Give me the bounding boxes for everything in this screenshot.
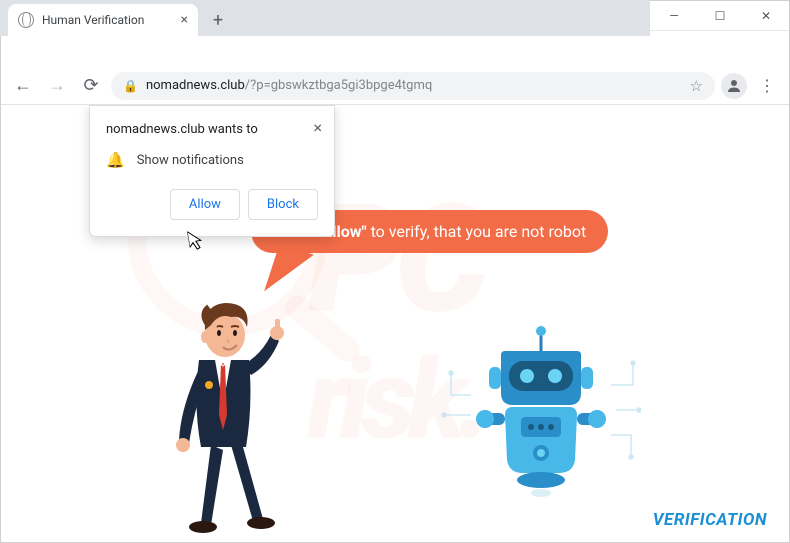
businessman-illustration (151, 275, 311, 535)
tab-strip: Human Verification × + (0, 0, 650, 36)
url-path: /?p=gbswkztbga5gi3bpge4tgmq (245, 78, 433, 93)
maximize-button[interactable]: ☐ (697, 1, 743, 31)
globe-icon (18, 12, 34, 28)
page-content: PCrisk. nomadnews.club wants to × 🔔 Show… (1, 105, 789, 542)
close-window-button[interactable]: ✕ (743, 1, 789, 31)
bookmark-star-icon[interactable]: ☆ (690, 77, 703, 95)
menu-button[interactable]: ⋮ (753, 72, 781, 100)
profile-avatar[interactable] (721, 73, 747, 99)
notification-permission-prompt: nomadnews.club wants to × 🔔 Show notific… (89, 105, 335, 237)
address-bar[interactable]: 🔒 nomadnews.club/?p=gbswkztbga5gi3bpge4t… (111, 72, 715, 100)
browser-window: Human Verification × + — ☐ ✕ ← → ⟳ 🔒 nom… (0, 0, 790, 543)
allow-button[interactable]: Allow (170, 189, 240, 220)
url-domain: nomadnews.club (146, 78, 245, 93)
tab-title: Human Verification (42, 13, 144, 27)
new-tab-button[interactable]: + (204, 6, 232, 34)
verification-label: VERIFICATION (653, 510, 767, 530)
browser-tab[interactable]: Human Verification × (8, 4, 198, 36)
block-button[interactable]: Block (248, 189, 318, 220)
bell-icon: 🔔 (106, 151, 125, 169)
robot-illustration (441, 315, 641, 515)
person-icon (725, 77, 743, 95)
forward-button[interactable]: → (43, 72, 71, 100)
lock-icon: 🔒 (123, 79, 138, 93)
back-button[interactable]: ← (9, 72, 37, 100)
close-tab-icon[interactable]: × (181, 12, 188, 28)
close-icon[interactable]: × (313, 118, 322, 137)
minimize-button[interactable]: — (651, 1, 697, 31)
permission-title: nomadnews.club wants to (106, 122, 258, 137)
browser-toolbar: ← → ⟳ 🔒 nomadnews.club/?p=gbswkztbga5gi3… (1, 67, 789, 105)
reload-button[interactable]: ⟳ (77, 72, 105, 100)
permission-text: Show notifications (137, 153, 244, 168)
bubble-text-post: to verify, that you are not robot (367, 222, 587, 241)
